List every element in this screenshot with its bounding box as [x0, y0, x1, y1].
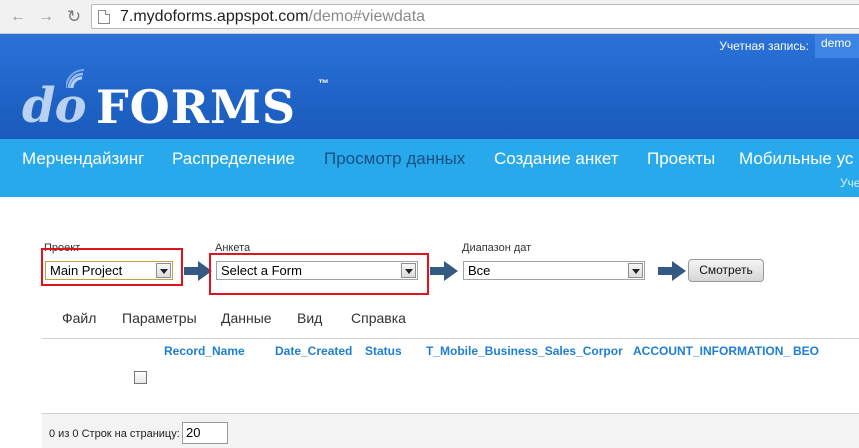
forward-arrow-icon[interactable]: → — [36, 7, 56, 27]
address-bar[interactable]: 7.mydoforms.appspot.com/demo#viewdata — [91, 4, 859, 29]
url-host: 7.mydoforms.appspot.com — [120, 8, 309, 25]
date-range-label: Диапазон дат — [462, 242, 532, 254]
browser-toolbar: ← → ↻ 7.mydoforms.appspot.com/demo#viewd… — [0, 0, 859, 34]
reload-icon[interactable]: ↻ — [64, 7, 84, 27]
date-range-select[interactable]: Все — [463, 261, 645, 280]
menu-data[interactable]: Данные — [221, 310, 272, 326]
column-header-beo[interactable]: BEO — [793, 344, 819, 358]
rows-per-page-input[interactable]: 20 — [182, 422, 228, 444]
menu-file[interactable]: Файл — [62, 310, 96, 326]
pager-status: 0 из 0 Строк на страницу: — [49, 428, 180, 440]
menu-parameters[interactable]: Параметры — [122, 310, 197, 326]
highlight-box-project — [41, 248, 183, 286]
url-text[interactable]: 7.mydoforms.appspot.com/demo#viewdata — [120, 8, 425, 26]
column-header-date-created[interactable]: Date_Created — [275, 344, 352, 358]
arrow-right-icon — [658, 261, 686, 281]
arrow-right-icon — [430, 261, 458, 281]
column-header-status[interactable]: Status — [365, 344, 402, 358]
column-header-account-information[interactable]: ACCOUNT_INFORMATION_ — [633, 344, 790, 358]
back-arrow-icon[interactable]: ← — [8, 7, 28, 27]
highlight-box-form — [209, 253, 429, 295]
nav-item-projects[interactable]: Проекты — [647, 149, 715, 169]
page-icon — [98, 10, 110, 24]
url-path: /demo#viewdata — [308, 8, 426, 25]
account-name[interactable]: demo — [814, 34, 859, 58]
column-header-record-name[interactable]: Record_Name — [164, 344, 245, 358]
menu-help[interactable]: Справка — [351, 310, 406, 326]
date-range-value: Все — [468, 263, 491, 278]
nav-item-mobile[interactable]: Мобильные ус — [739, 149, 853, 169]
nav-item-view-data[interactable]: Просмотр данных — [324, 149, 465, 169]
logo-do-text: do — [22, 78, 87, 134]
account-label: Учетная запись: — [719, 39, 809, 53]
nav-item-distribution[interactable]: Распределение — [172, 149, 295, 169]
logo-trademark: ™ — [318, 78, 329, 90]
nav-item-create-forms[interactable]: Создание анкет — [494, 149, 619, 169]
arrow-right-icon — [184, 261, 212, 281]
nav-subtext: Уче — [840, 176, 859, 190]
grid-top-border — [42, 338, 859, 339]
pager-bar: 0 из 0 Строк на страницу: 20 — [42, 414, 859, 448]
select-all-checkbox[interactable] — [134, 371, 147, 384]
view-button[interactable]: Смотреть — [688, 259, 764, 282]
column-header-business-sales[interactable]: T_Mobile_Business_Sales_Corpor — [426, 344, 623, 358]
logo-forms-text: FORMS — [96, 80, 297, 134]
nav-item-merchandising[interactable]: Мерчендайзинг — [22, 149, 144, 169]
menu-view[interactable]: Вид — [297, 310, 322, 326]
main-nav: Мерчендайзинг Распределение Просмотр дан… — [0, 139, 859, 197]
chevron-down-icon[interactable] — [628, 263, 643, 278]
account-area: Учетная запись: demo — [719, 34, 859, 58]
app-header: Учетная запись: demo do FORMS ™ — [0, 34, 859, 139]
